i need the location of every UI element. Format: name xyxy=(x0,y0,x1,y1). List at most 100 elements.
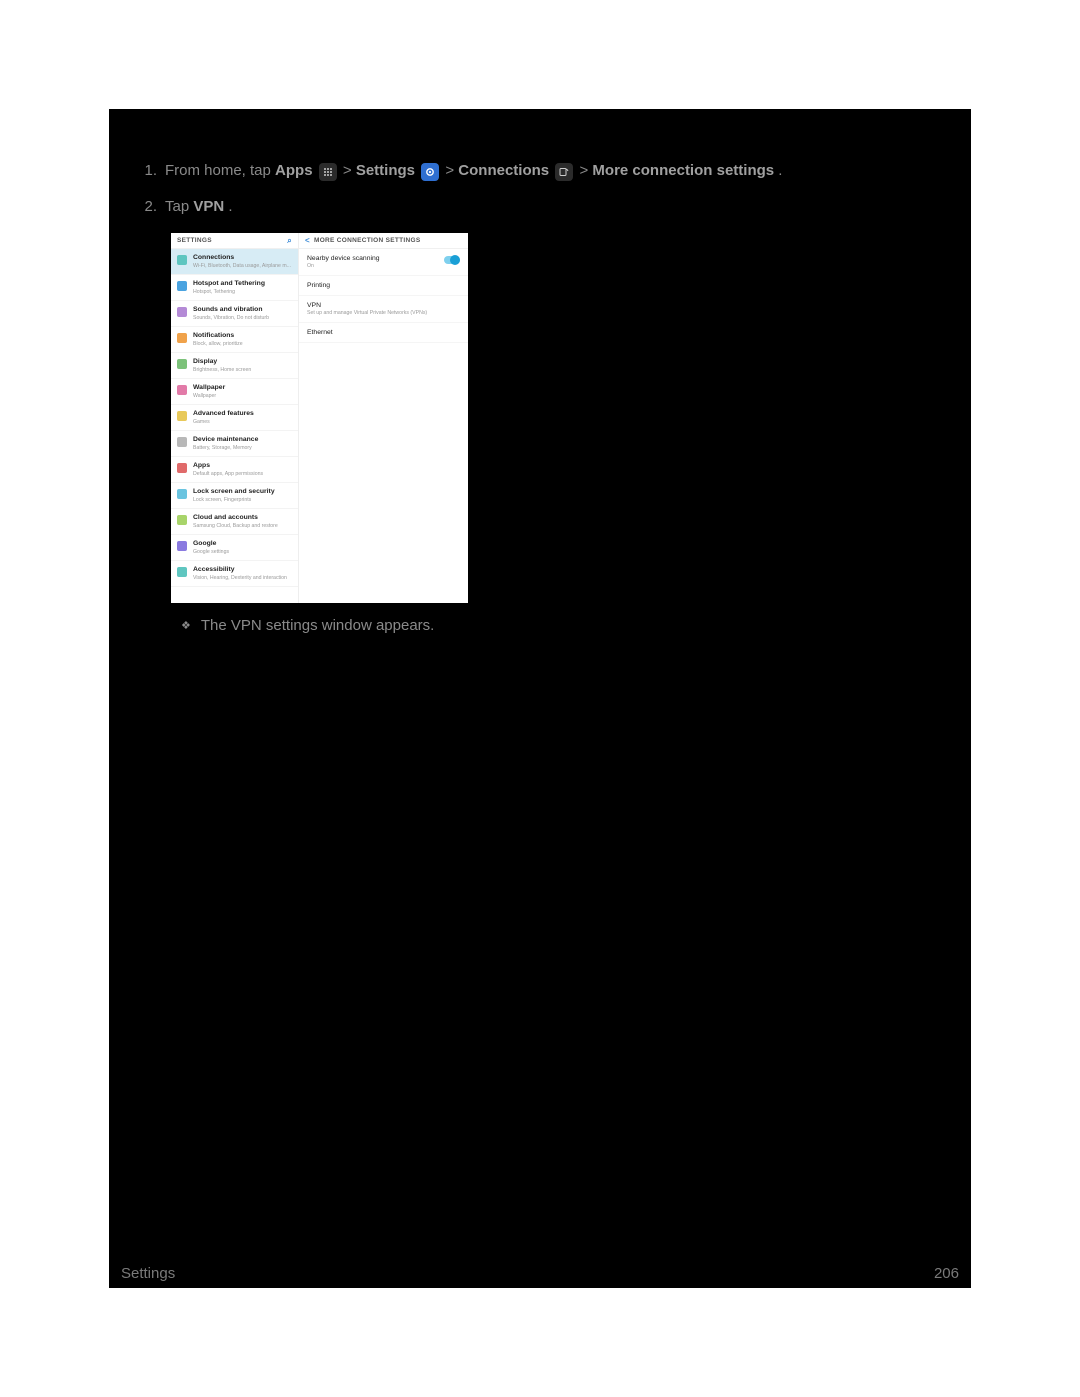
step-2-text: Tap VPN . xyxy=(165,197,943,217)
sidebar-item[interactable]: AppsDefault apps, App permissions xyxy=(171,457,298,483)
detail-item-title: Nearby device scanning xyxy=(307,255,460,262)
sidebar-item-icon xyxy=(177,333,187,343)
sidebar-item-title: Connections xyxy=(193,254,291,262)
sidebar-item-subtitle: Brightness, Home screen xyxy=(193,367,251,373)
sidebar-item-icon xyxy=(177,515,187,525)
sidebar-item-title: Accessibility xyxy=(193,566,287,574)
sidebar-item[interactable]: Advanced featuresGames xyxy=(171,405,298,431)
sidebar-item-icon xyxy=(177,359,187,369)
sidebar-item-title: Display xyxy=(193,358,251,366)
footer-page-number: 206 xyxy=(934,1265,959,1282)
sidebar-item-subtitle: Wallpaper xyxy=(193,393,225,399)
sidebar-item-title: Hotspot and Tethering xyxy=(193,280,265,288)
sidebar-item-title: Advanced features xyxy=(193,410,254,418)
sidebar-item-subtitle: Battery, Storage, Memory xyxy=(193,445,258,451)
result-text: The VPN settings window appears. xyxy=(201,617,434,634)
sidebar-item-subtitle: Vision, Hearing, Dexterity and interacti… xyxy=(193,575,287,581)
detail-item-title: Printing xyxy=(307,282,460,289)
text: . xyxy=(778,162,782,179)
sidebar-item-title: Lock screen and security xyxy=(193,488,275,496)
detail-item-title: VPN xyxy=(307,302,460,309)
apps-label: Apps xyxy=(275,162,313,179)
detail-item[interactable]: VPNSet up and manage Virtual Private Net… xyxy=(299,296,468,323)
search-icon[interactable]: ⌕ xyxy=(287,236,292,246)
sidebar-title: SETTINGS xyxy=(177,237,212,244)
sidebar-item[interactable]: Hotspot and TetheringHotspot, Tethering xyxy=(171,275,298,301)
step-2: 2. Tap VPN . xyxy=(137,197,943,217)
sidebar-item-title: Apps xyxy=(193,462,263,470)
text: From home, tap xyxy=(165,162,275,179)
result-line: ❖ The VPN settings window appears. xyxy=(181,617,943,634)
detail-item[interactable]: Nearby device scanningOn xyxy=(299,249,468,276)
apps-icon xyxy=(319,163,337,181)
sidebar-item-subtitle: Google settings xyxy=(193,549,229,555)
sidebar-item[interactable]: Cloud and accountsSamsung Cloud, Backup … xyxy=(171,509,298,535)
sidebar-item-subtitle: Games xyxy=(193,419,254,425)
detail-item[interactable]: Printing xyxy=(299,276,468,296)
sidebar-item[interactable]: AccessibilityVision, Hearing, Dexterity … xyxy=(171,561,298,587)
step-1: 1. From home, tap Apps > Settings > Conn… xyxy=(137,161,943,181)
sidebar-item-subtitle: Block, allow, prioritize xyxy=(193,341,243,347)
sidebar-item-title: Wallpaper xyxy=(193,384,225,392)
sidebar-item[interactable]: Lock screen and securityLock screen, Fin… xyxy=(171,483,298,509)
detail-item-title: Ethernet xyxy=(307,329,460,336)
back-icon[interactable]: < xyxy=(305,236,310,245)
toggle-switch[interactable] xyxy=(444,256,460,264)
sidebar-item-icon xyxy=(177,541,187,551)
detail-item[interactable]: Ethernet xyxy=(299,323,468,343)
sidebar-item[interactable]: WallpaperWallpaper xyxy=(171,379,298,405)
settings-menu: ConnectionsWi-Fi, Bluetooth, Data usage,… xyxy=(171,249,298,587)
sidebar-item-icon xyxy=(177,307,187,317)
page-footer: Settings 206 xyxy=(109,1265,971,1282)
detail-header: < MORE CONNECTION SETTINGS xyxy=(299,233,468,249)
step-number: 2. xyxy=(137,197,165,217)
sidebar-item-icon xyxy=(177,437,187,447)
sidebar-item-subtitle: Default apps, App permissions xyxy=(193,471,263,477)
text: Tap xyxy=(165,198,193,215)
sidebar-item[interactable]: Device maintenanceBattery, Storage, Memo… xyxy=(171,431,298,457)
step-list: 1. From home, tap Apps > Settings > Conn… xyxy=(137,161,943,217)
sidebar-item-icon xyxy=(177,463,187,473)
sidebar-item-icon xyxy=(177,281,187,291)
text: > xyxy=(445,162,458,179)
footer-section: Settings xyxy=(121,1265,175,1282)
settings-detail-pane: < MORE CONNECTION SETTINGS Nearby device… xyxy=(299,233,468,603)
detail-title: MORE CONNECTION SETTINGS xyxy=(314,237,421,244)
sidebar-item-subtitle: Hotspot, Tethering xyxy=(193,289,265,295)
manual-page: 1. From home, tap Apps > Settings > Conn… xyxy=(109,109,971,1288)
settings-label: Settings xyxy=(356,162,415,179)
sidebar-item[interactable]: Sounds and vibrationSounds, Vibration, D… xyxy=(171,301,298,327)
sidebar-item-title: Sounds and vibration xyxy=(193,306,269,314)
detail-item-subtitle: On xyxy=(307,263,460,269)
detail-item-subtitle: Set up and manage Virtual Private Networ… xyxy=(307,310,460,316)
connections-icon xyxy=(555,163,573,181)
sidebar-item-subtitle: Sounds, Vibration, Do not disturb xyxy=(193,315,269,321)
embedded-screenshot: SETTINGS ⌕ ConnectionsWi-Fi, Bluetooth, … xyxy=(171,233,468,603)
sidebar-item-title: Device maintenance xyxy=(193,436,258,444)
sidebar-item-icon xyxy=(177,255,187,265)
detail-list: Nearby device scanningOn Printing VPNSet u… xyxy=(299,249,468,343)
diamond-bullet-icon: ❖ xyxy=(181,619,191,632)
text: . xyxy=(228,198,232,215)
step-number: 1. xyxy=(137,161,165,181)
sidebar-item[interactable]: ConnectionsWi-Fi, Bluetooth, Data usage,… xyxy=(171,249,298,275)
sidebar-item-title: Cloud and accounts xyxy=(193,514,278,522)
sidebar-item-title: Google xyxy=(193,540,229,548)
sidebar-item-icon xyxy=(177,489,187,499)
sidebar-item[interactable]: NotificationsBlock, allow, prioritize xyxy=(171,327,298,353)
sidebar-item-icon xyxy=(177,411,187,421)
sidebar-item[interactable]: GoogleGoogle settings xyxy=(171,535,298,561)
sidebar-header: SETTINGS ⌕ xyxy=(171,233,298,249)
more-connection-settings-label: More connection settings xyxy=(592,162,774,179)
vpn-label: VPN xyxy=(193,198,224,215)
step-1-text: From home, tap Apps > Settings > Connect… xyxy=(165,161,943,181)
sidebar-item-subtitle: Samsung Cloud, Backup and restore xyxy=(193,523,278,529)
text: > xyxy=(343,162,356,179)
sidebar-item-icon xyxy=(177,567,187,577)
sidebar-item-title: Notifications xyxy=(193,332,243,340)
sidebar-item[interactable]: DisplayBrightness, Home screen xyxy=(171,353,298,379)
settings-sidebar: SETTINGS ⌕ ConnectionsWi-Fi, Bluetooth, … xyxy=(171,233,299,603)
settings-gear-icon xyxy=(421,163,439,181)
sidebar-item-icon xyxy=(177,385,187,395)
text: > xyxy=(579,162,592,179)
